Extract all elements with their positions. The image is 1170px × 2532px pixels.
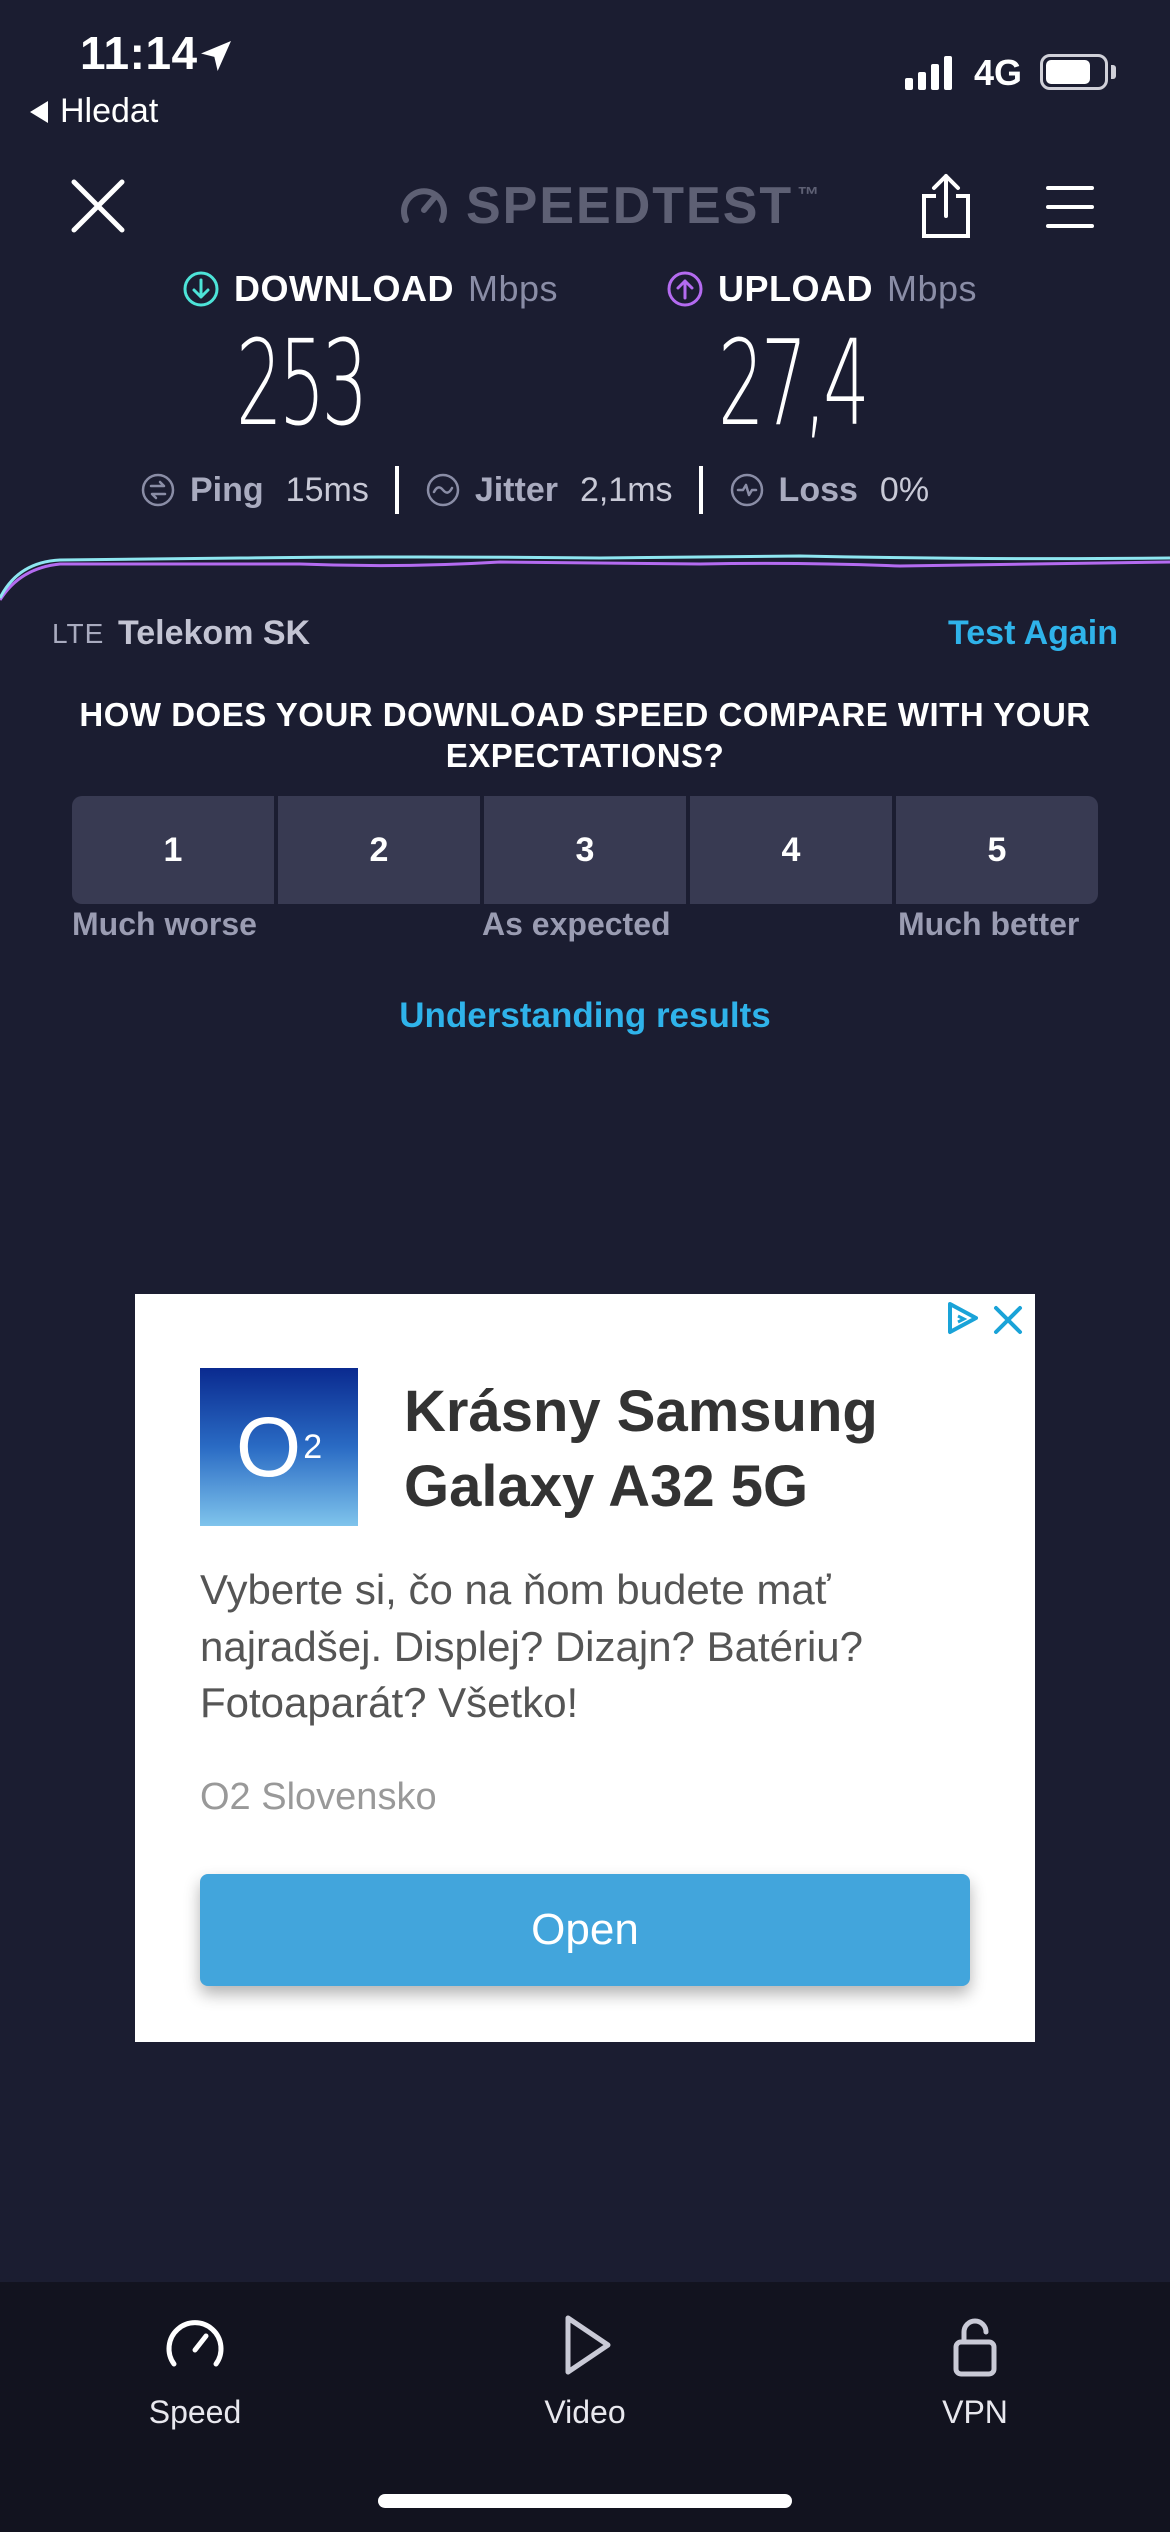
rating-mid-label: As expected [482,906,671,942]
play-icon [565,2315,611,2375]
home-indicator[interactable] [378,2494,792,2508]
rating-option-4[interactable]: 4 [690,796,892,904]
tab-vpn[interactable]: VPN [865,2310,1085,2431]
menu-icon[interactable] [1046,184,1094,230]
share-icon[interactable] [918,172,974,240]
latency-stats: Ping 15ms Jitter 2,1ms Loss 0% [140,466,929,514]
understanding-results-link[interactable]: Understanding results [0,996,1170,1036]
lock-icon [953,2318,997,2377]
test-again-button[interactable]: Test Again [948,614,1118,653]
rating-high-label: Much better [898,906,1080,942]
logo-text: SPEEDTEST [466,177,794,235]
download-arrow-icon [183,271,219,307]
o2-logo: O2 [200,1368,358,1526]
connection-type: LTE [52,618,105,649]
tab-video[interactable]: Video [475,2310,695,2431]
rating-option-5[interactable]: 5 [896,796,1098,904]
rating-option-1[interactable]: 1 [72,796,274,904]
back-link-label: Hledat [60,92,159,130]
ad-title[interactable]: Krásny Samsung Galaxy A32 5G [404,1374,984,1525]
battery-icon [1040,54,1108,90]
signal-strength-icon [905,56,952,90]
status-time: 11:14 [80,27,198,79]
download-label: DOWNLOAD Mbps [182,268,558,310]
speed-graph [0,554,1170,601]
location-arrow-icon [201,41,231,71]
ad-body: Vyberte si, čo na ňom budete mať najradš… [200,1566,864,1727]
rating-low-label: Much worse [72,906,257,942]
close-icon[interactable] [68,176,128,236]
ad-close-icon[interactable] [990,1302,1026,1338]
back-link[interactable]: Hledat [30,92,158,131]
back-arrow-icon [30,100,48,123]
rating-question: HOW DOES YOUR DOWNLOAD SPEED COMPARE WIT… [79,696,1091,775]
ping-icon [141,473,175,507]
ping-stat: Ping 15ms [140,471,369,510]
packet-loss-icon [730,473,763,507]
ad-advertiser: O2 Slovensko [200,1776,437,1818]
download-value: 253 [236,314,368,452]
upload-label: UPLOAD Mbps [666,268,977,310]
gauge-logo-icon [401,188,447,223]
rating-option-2[interactable]: 2 [278,796,480,904]
network-type: 4G [974,52,1023,93]
speedometer-icon [166,2320,224,2367]
tab-speed[interactable]: Speed [85,2310,305,2431]
speedtest-logo: SPEEDTEST ™ [398,176,821,236]
upload-value: 27,4 [718,314,870,452]
jitter-stat: Jitter 2,1ms [425,471,673,510]
carrier-name: Telekom SK [118,614,311,652]
loss-stat: Loss 0% [729,471,929,510]
rating-scale: 1 2 3 4 5 [72,796,1098,904]
adchoices-icon[interactable] [944,1300,980,1336]
rating-option-3[interactable]: 3 [484,796,686,904]
upload-arrow-icon [667,271,703,307]
ad-open-button[interactable]: Open [200,1874,970,1986]
jitter-icon [426,473,460,507]
